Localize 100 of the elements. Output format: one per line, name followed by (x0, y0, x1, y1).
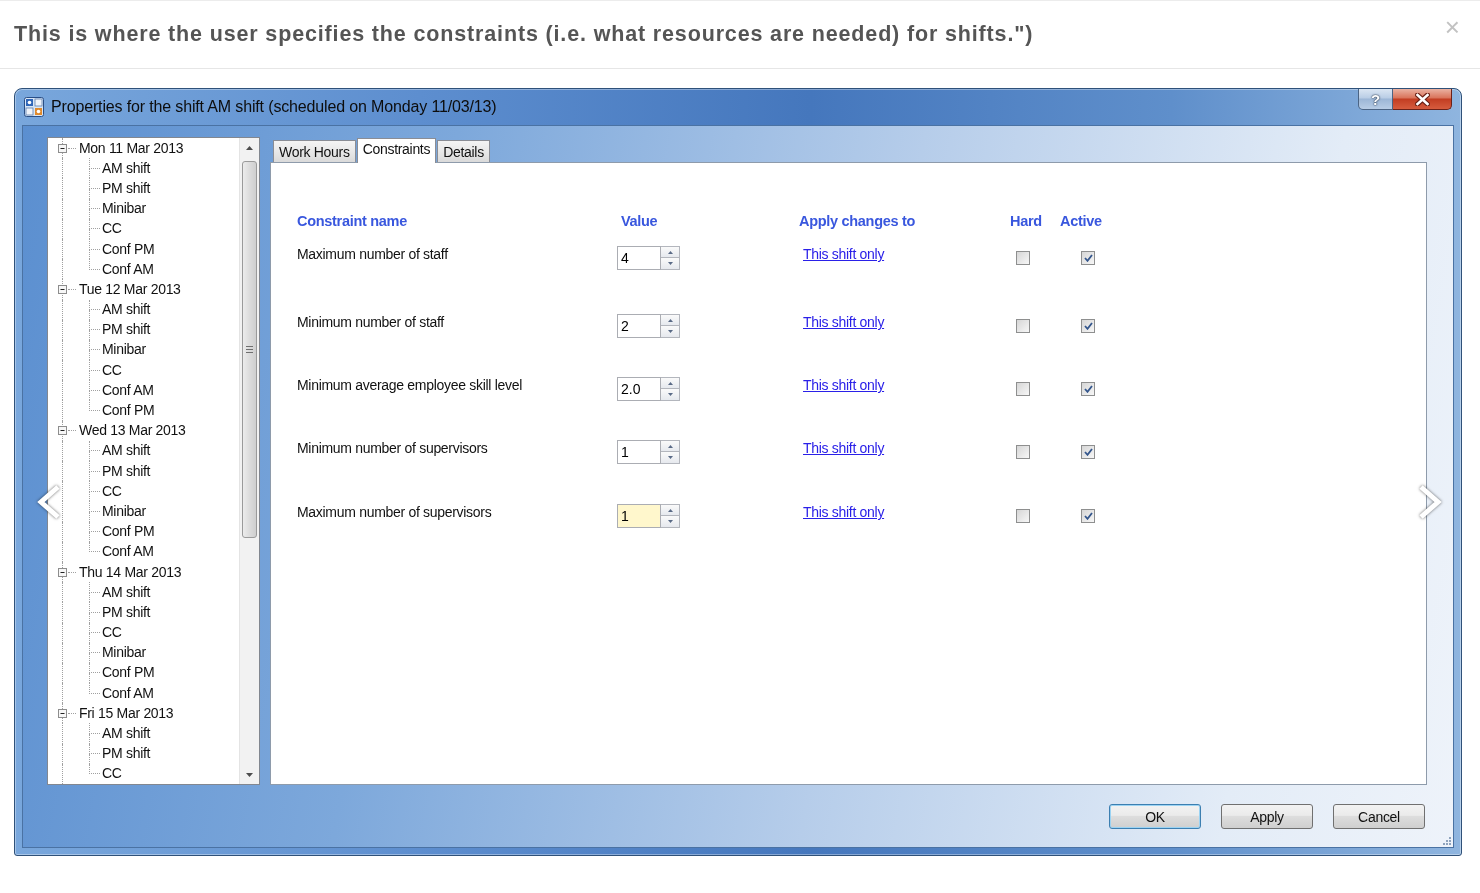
arrow-up-icon[interactable] (246, 145, 253, 150)
tree-item[interactable]: Mon 11 Mar 2013 (79, 139, 184, 157)
constraint-name: Minimum number of supervisors (297, 440, 488, 457)
tree-item[interactable]: Conf AM (102, 684, 154, 702)
tree-item[interactable]: PM shift (102, 179, 151, 197)
column-header: Value (621, 212, 658, 230)
tree-item[interactable]: Thu 14 Mar 2013 (79, 563, 182, 581)
link[interactable]: This shift only (803, 504, 885, 521)
column-header: Apply changes to (799, 212, 916, 230)
caption-text: This is where the user specifies the constraints (i.e. what resources are needed) for shifts.") (14, 22, 1034, 47)
tree-item[interactable]: PM shift (102, 462, 151, 480)
dialog-button[interactable]: OK (1109, 804, 1201, 829)
checkbox[interactable] (1081, 251, 1095, 265)
arrow-up-icon (667, 318, 673, 322)
dialog-button[interactable]: Cancel (1333, 804, 1425, 829)
tree-item[interactable]: AM shift (102, 442, 151, 460)
arrow-up-icon (667, 381, 673, 385)
tree-item[interactable]: Conf PM (102, 402, 155, 420)
tree-item[interactable]: Conf PM (102, 664, 155, 682)
spin-up-button[interactable] (661, 246, 680, 258)
tab[interactable]: Constraints (356, 138, 437, 163)
tree-item[interactable]: Fri 15 Mar 2013 (79, 704, 174, 722)
number-field[interactable]: 4 (617, 246, 661, 270)
minus-box-icon[interactable] (58, 426, 67, 436)
app-icon (24, 97, 44, 117)
checkbox[interactable] (1081, 319, 1095, 333)
scrollbar-thumb[interactable] (242, 161, 257, 538)
number-field[interactable]: 1 (617, 504, 661, 528)
dialog-button[interactable]: Apply (1221, 804, 1313, 829)
tree-item[interactable]: Minibar (102, 341, 146, 359)
spin-down-button[interactable] (661, 326, 680, 338)
checkmark-icon (1083, 385, 1093, 393)
checkbox[interactable] (1081, 382, 1095, 396)
arrow-down-icon (667, 262, 673, 265)
spin-up-button[interactable] (661, 314, 680, 326)
spin-down-button[interactable] (661, 258, 680, 270)
tree-item[interactable]: Conf AM (102, 260, 154, 278)
number-field[interactable]: 1 (617, 440, 661, 464)
tree-item[interactable]: Wed 13 Mar 2013 (79, 422, 186, 440)
spin-up-button[interactable] (661, 440, 680, 452)
minus-box-icon[interactable] (58, 143, 67, 153)
arrow-down-icon[interactable] (246, 772, 253, 777)
minus-box-icon[interactable] (58, 567, 67, 577)
checkbox[interactable] (1016, 382, 1030, 396)
column-header: Constraint name (297, 212, 407, 230)
resize-grip-icon[interactable] (1442, 836, 1451, 845)
tree-item[interactable]: PM shift (102, 603, 151, 621)
tree-item[interactable]: Minibar (102, 502, 146, 520)
tree-item[interactable]: Conf AM (102, 381, 154, 399)
spin-up-button[interactable] (661, 504, 680, 516)
tree-item[interactable]: Conf PM (102, 523, 155, 541)
tab[interactable]: Work Hours (273, 140, 356, 162)
spin-down-button[interactable] (661, 452, 680, 464)
arrow-down-icon (667, 456, 673, 459)
checkbox[interactable] (1016, 509, 1030, 523)
tree-item[interactable]: CC (102, 765, 122, 783)
number-field[interactable]: 2 (617, 314, 661, 338)
arrow-down-icon (667, 330, 673, 333)
tree-item[interactable]: CC (102, 624, 122, 642)
grip-icon (246, 346, 253, 353)
link[interactable]: This shift only (803, 377, 885, 394)
tree-item[interactable]: AM shift (102, 301, 151, 319)
minus-box-icon[interactable] (58, 284, 67, 294)
tree-item[interactable]: AM shift (102, 159, 151, 177)
tree-item[interactable]: Tue 12 Mar 2013 (79, 280, 181, 298)
checkbox[interactable] (1081, 445, 1095, 459)
constraint-name: Minimum number of staff (297, 314, 444, 331)
arrow-up-icon (667, 508, 673, 512)
spin-down-button[interactable] (661, 389, 680, 401)
minus-box-icon[interactable] (58, 708, 67, 718)
tree-item[interactable]: PM shift (102, 745, 151, 763)
tree-item[interactable]: Conf AM (102, 543, 154, 561)
tree-item[interactable]: Conf PM (102, 240, 155, 258)
spin-up-button[interactable] (661, 377, 680, 389)
column-header: Hard (1010, 212, 1042, 230)
checkmark-icon (1083, 254, 1093, 262)
tree-item[interactable]: AM shift (102, 583, 151, 601)
number-field[interactable]: 2.0 (617, 377, 661, 401)
spin-down-button[interactable] (661, 516, 680, 528)
arrow-down-icon (667, 393, 673, 396)
tree-item[interactable]: Minibar (102, 644, 146, 662)
constraint-name: Minimum average employee skill level (297, 377, 522, 394)
tree-item[interactable]: CC (102, 482, 122, 500)
tree-item[interactable]: Minibar (102, 200, 146, 218)
tab[interactable]: Details (437, 140, 490, 162)
checkbox[interactable] (1081, 509, 1095, 523)
arrow-up-icon (667, 250, 673, 254)
checkbox[interactable] (1016, 319, 1030, 333)
link[interactable]: This shift only (803, 440, 885, 457)
tree-item[interactable]: CC (102, 361, 122, 379)
constraint-name: Maximum number of staff (297, 246, 448, 263)
arrow-up-icon (667, 444, 673, 448)
tree-item[interactable]: PM shift (102, 321, 151, 339)
link[interactable]: This shift only (803, 246, 885, 263)
checkbox[interactable] (1016, 445, 1030, 459)
link[interactable]: This shift only (803, 314, 885, 331)
tree-item[interactable]: AM shift (102, 725, 151, 743)
checkbox[interactable] (1016, 251, 1030, 265)
tree-item[interactable]: CC (102, 220, 122, 238)
close-button[interactable] (1393, 89, 1452, 110)
